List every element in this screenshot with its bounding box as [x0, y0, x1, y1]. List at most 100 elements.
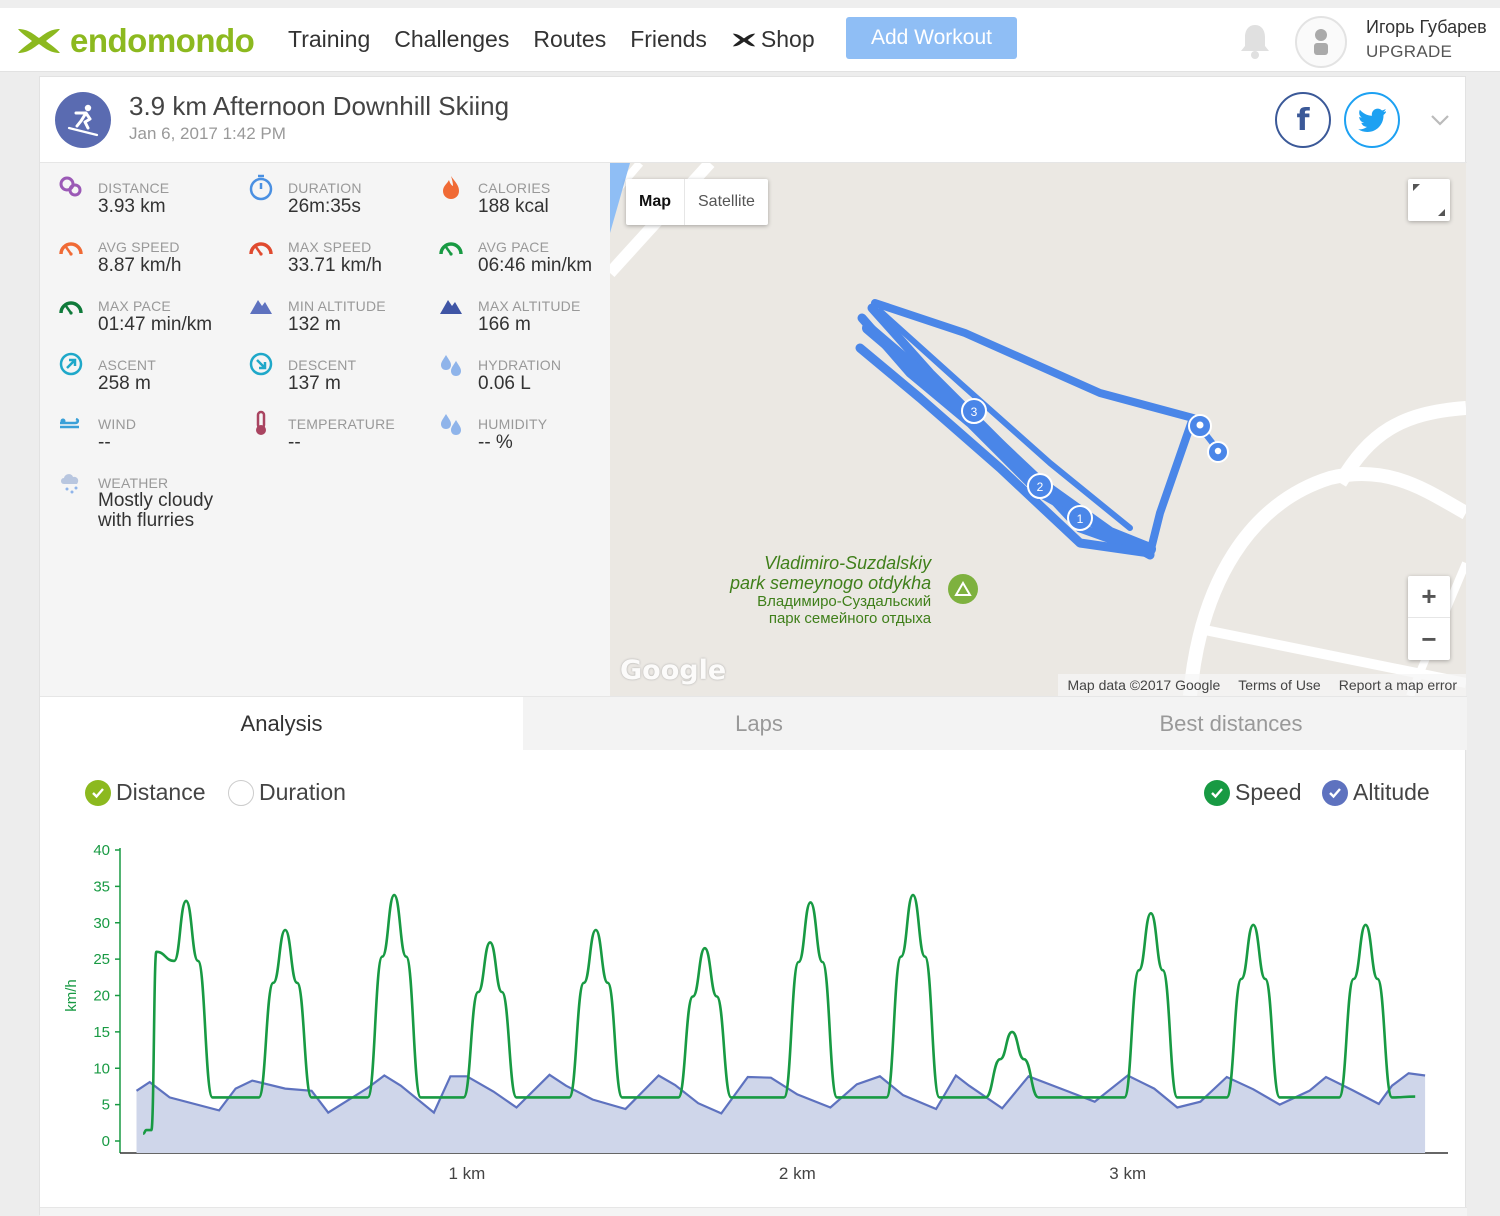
finish-pin-icon[interactable] [1208, 442, 1228, 462]
terms-of-use-link[interactable]: Terms of Use [1229, 674, 1329, 696]
thermometer-icon [247, 409, 275, 437]
svg-text:3: 3 [971, 405, 978, 419]
stat-humidity: HUMIDITY-- % [420, 399, 610, 455]
route-map[interactable]: 1 2 3 Map Satellite [610, 163, 1466, 696]
workout-title: 3.9 km Afternoon Downhill Skiing [129, 91, 509, 122]
x-tick-label: 1 km [449, 1164, 486, 1183]
analysis-panel: Distance Duration Speed Altitude 0510152… [40, 750, 1467, 1210]
add-workout-button[interactable]: Add Workout [846, 17, 1017, 59]
map-attribution: Map data ©2017 Google Terms of Use Repor… [1058, 674, 1466, 696]
y-axis-label: km/h [63, 979, 80, 1012]
stat-label: MAX SPEED [288, 239, 372, 255]
mountain-icon [247, 291, 275, 319]
stat-avg-speed: AVG SPEED8.87 km/h [40, 222, 230, 278]
speed-altitude-chart[interactable]: 0510152025303540km/h1 km2 km3 km [40, 750, 1467, 1205]
stat-label: CALORIES [478, 180, 550, 196]
x-tick-label: 3 km [1109, 1164, 1146, 1183]
ascent-icon [57, 350, 85, 378]
stat-label: MIN ALTITUDE [288, 298, 386, 314]
snow-cloud-icon [57, 468, 85, 496]
nav-friends[interactable]: Friends [630, 26, 707, 53]
stat-max-pace: MAX PACE01:47 min/km [40, 281, 230, 337]
tab-analysis[interactable]: Analysis [40, 697, 523, 750]
brand-name: endomondo [70, 22, 254, 60]
svg-text:2: 2 [1037, 480, 1044, 494]
stat-value: 8.87 km/h [98, 255, 181, 277]
workout-card: 3.9 km Afternoon Downhill Skiing Jan 6, … [39, 76, 1466, 1215]
report-map-error-link[interactable]: Report a map error [1330, 674, 1466, 696]
nav-challenges[interactable]: Challenges [394, 26, 509, 53]
stat-duration: DURATION26m:35s [230, 163, 420, 219]
distance-icon [57, 173, 85, 201]
park-tent-icon[interactable] [948, 574, 978, 604]
y-tick-label: 15 [93, 1024, 110, 1041]
stat-min-altitude: MIN ALTITUDE132 m [230, 281, 420, 337]
map-type-toggle: Map Satellite [626, 179, 768, 225]
google-logo: Google [620, 655, 726, 686]
stat-value: 06:46 min/km [478, 255, 592, 277]
stat-label: WEATHER [98, 475, 168, 491]
stat-hydration: HYDRATION0.06 L [420, 340, 610, 396]
stat-distance: DISTANCE3.93 km [40, 163, 230, 219]
stat-max-speed: MAX SPEED33.71 km/h [230, 222, 420, 278]
stat-label: MAX ALTITUDE [478, 298, 581, 314]
fullscreen-button[interactable] [1408, 179, 1450, 221]
upgrade-link[interactable]: UPGRADE [1366, 42, 1452, 62]
map-type-map[interactable]: Map [626, 179, 685, 225]
notification-bell-icon[interactable] [1238, 22, 1272, 60]
stat-temperature: TEMPERATURE-- [230, 399, 420, 455]
water-drops-icon [437, 350, 465, 378]
chevron-down-icon[interactable] [1427, 107, 1453, 133]
user-name[interactable]: Игорь Губарев [1366, 17, 1487, 38]
stat-label: DISTANCE [98, 180, 169, 196]
y-tick-label: 25 [93, 951, 110, 968]
y-tick-label: 30 [93, 915, 110, 932]
stat-label: MAX PACE [98, 298, 171, 314]
descent-icon [247, 350, 275, 378]
nav-shop[interactable]: Shop [731, 26, 815, 53]
stat-descent: DESCENT137 m [230, 340, 420, 396]
nav-training[interactable]: Training [288, 26, 370, 53]
stat-label: AVG PACE [478, 239, 549, 255]
speed-series-line [143, 895, 1415, 1134]
wind-icon [57, 409, 85, 437]
nav-routes[interactable]: Routes [533, 26, 606, 53]
start-pin-icon[interactable] [1189, 415, 1211, 437]
stat-label: DESCENT [288, 357, 356, 373]
stat-wind: WIND-- [40, 399, 230, 455]
y-tick-label: 20 [93, 988, 110, 1005]
stat-label: DURATION [288, 180, 362, 196]
analysis-tabs: Analysis Laps Best distances [40, 696, 1467, 750]
stat-label: ASCENT [98, 357, 156, 373]
tab-laps[interactable]: Laps [523, 697, 995, 750]
workout-stats: DISTANCE3.93 kmDURATION26m:35sCALORIES18… [40, 163, 610, 696]
workout-header: 3.9 km Afternoon Downhill Skiing Jan 6, … [40, 77, 1467, 163]
x-tick-label: 2 km [779, 1164, 816, 1183]
zoom-in-button[interactable]: + [1408, 576, 1450, 618]
stopwatch-icon [247, 173, 275, 201]
workout-date: Jan 6, 2017 1:42 PM [129, 124, 286, 144]
stat-value: -- [288, 432, 301, 454]
stat-value: 132 m [288, 314, 341, 336]
y-tick-label: 35 [93, 878, 110, 895]
nav-shop-label: Shop [761, 26, 815, 53]
tab-best-distances[interactable]: Best distances [995, 697, 1467, 750]
map-type-satellite[interactable]: Satellite [685, 179, 768, 225]
user-avatar[interactable] [1295, 16, 1347, 68]
zoom-out-button[interactable]: − [1408, 618, 1450, 660]
facebook-share-icon[interactable]: f [1275, 92, 1331, 148]
stat-label: TEMPERATURE [288, 416, 395, 432]
stat-value: Mostly cloudy with flurries [98, 491, 218, 531]
stat-value: 137 m [288, 373, 341, 395]
stat-ascent: ASCENT258 m [40, 340, 230, 396]
speedometer-icon [57, 232, 85, 260]
top-navigation: endomondo Training Challenges Routes Fri… [0, 0, 1500, 72]
stat-calories: CALORIES188 kcal [420, 163, 610, 219]
stat-value: 188 kcal [478, 196, 549, 218]
under-armour-icon [731, 32, 757, 48]
endomondo-logo[interactable]: endomondo [16, 22, 254, 60]
main-menu: Training Challenges Routes Friends Shop [288, 26, 839, 53]
zoom-controls: + − [1408, 576, 1450, 660]
y-tick-label: 40 [93, 842, 110, 859]
twitter-share-icon[interactable] [1344, 92, 1400, 148]
